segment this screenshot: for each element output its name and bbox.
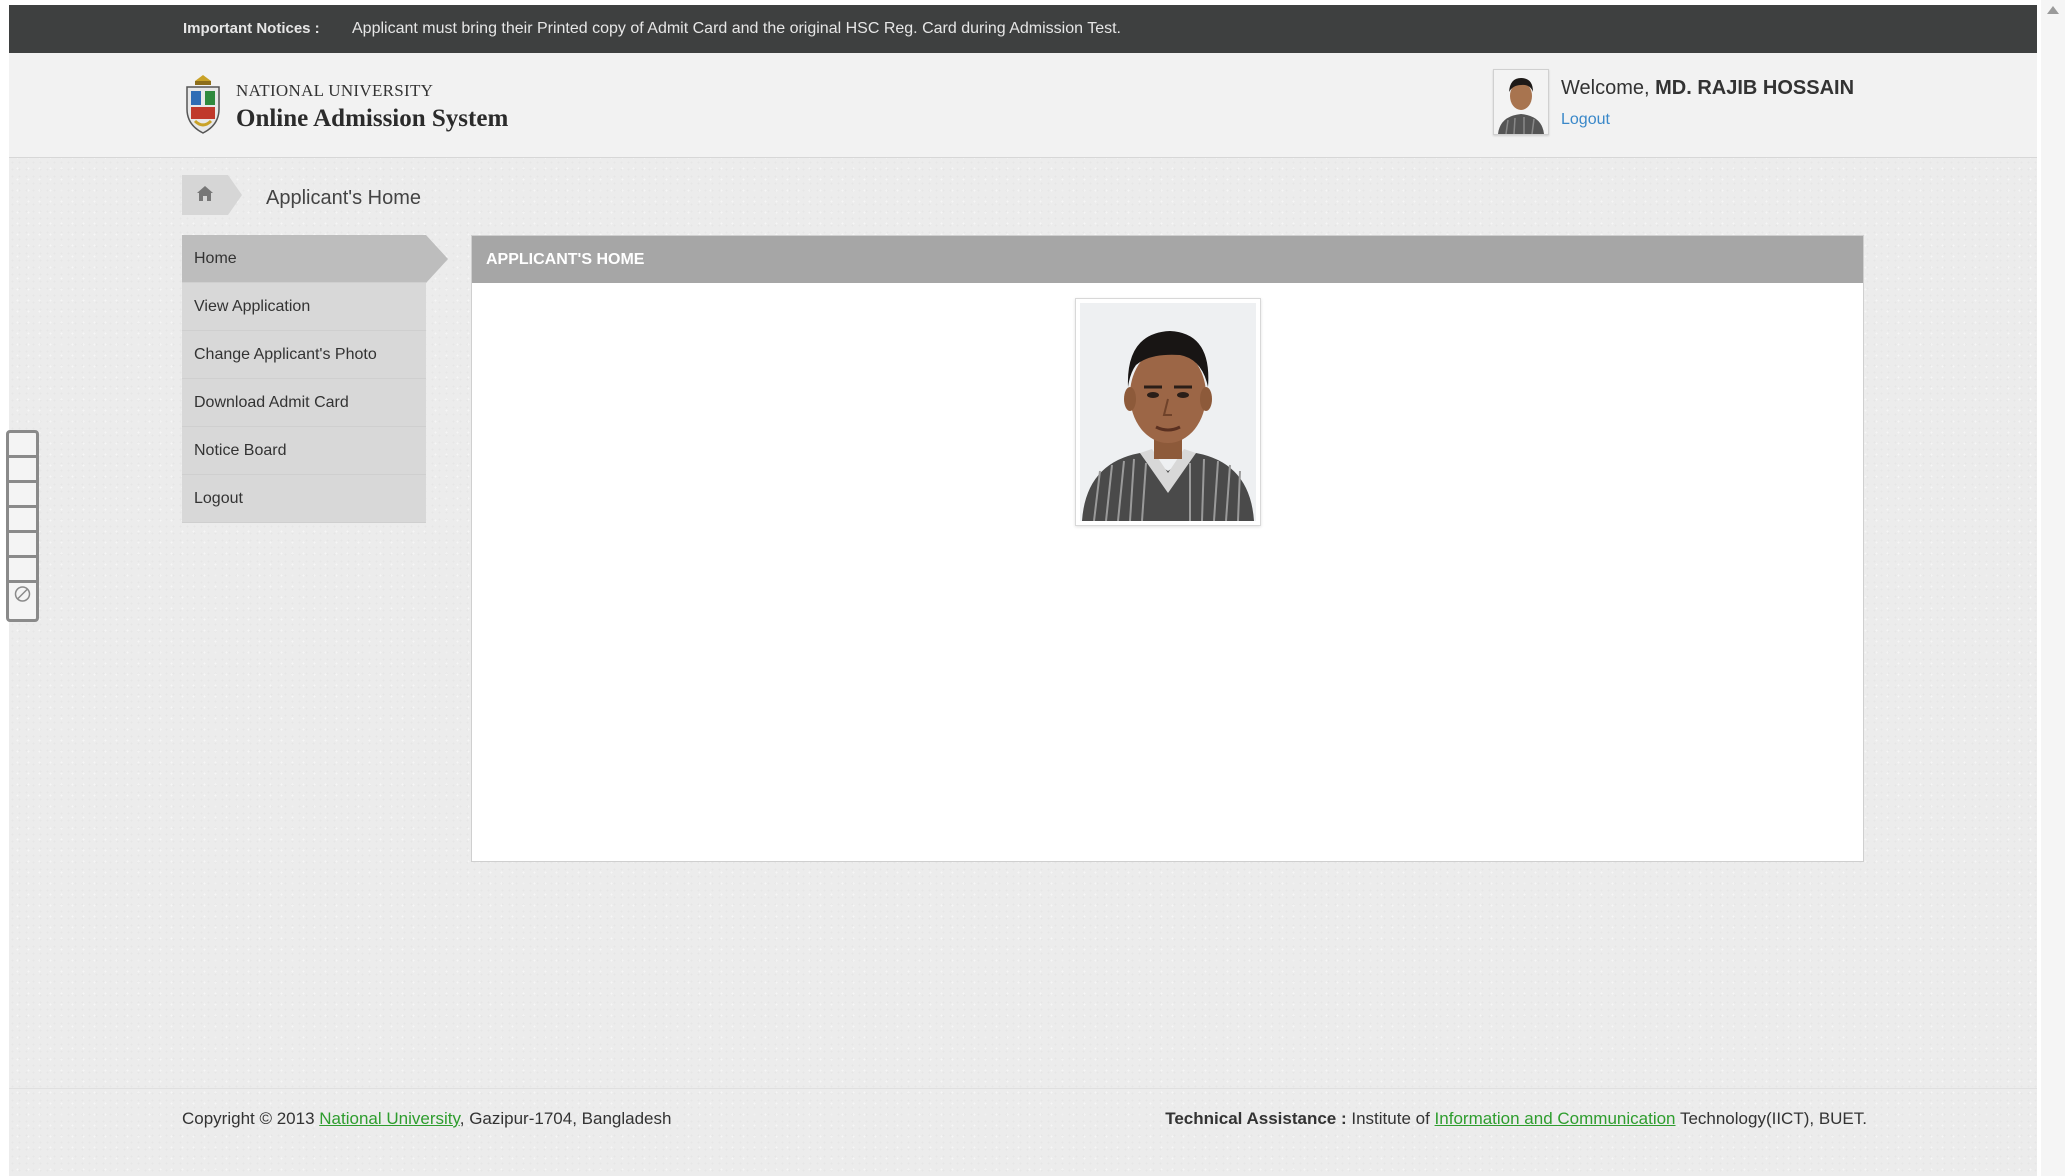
notice-label: Important Notices : [183,20,320,37]
national-university-link[interactable]: National University [319,1109,459,1128]
iict-link[interactable]: Information and Communication [1435,1109,1676,1128]
technical-assistance-suffix: Technology(IICT), BUET. [1679,1109,1867,1128]
university-logo-icon [186,75,220,134]
sidebar-item-logout[interactable]: Logout [182,475,426,523]
side-toolbar-button-6[interactable] [9,558,36,583]
technical-assistance-prefix: Institute of [1351,1109,1430,1128]
header-logout-link[interactable]: Logout [1561,111,1610,129]
breadcrumb-title: Applicant's Home [266,187,421,209]
side-toolbar-button-4[interactable] [9,508,36,533]
side-toolbar-block-button[interactable] [9,583,36,605]
user-avatar-image [1494,70,1548,135]
sidebar-item-view-application[interactable]: View Application [182,283,426,331]
welcome-prefix: Welcome, [1561,77,1650,99]
block-icon [14,586,31,602]
system-title: Online Admission System [236,105,509,132]
footer-technical-assistance: Technical Assistance : Institute of Info… [1165,1109,1867,1129]
site-header: NATIONAL UNIVERSITY Online Admission Sys… [9,53,2037,158]
notice-text: Applicant must bring their Printed copy … [352,20,1121,37]
welcome-text: Welcome, MD. RAJIB HOSSAIN [1561,77,1854,100]
copyright-suffix: , Gazipur-1704, Bangladesh [459,1109,672,1128]
technical-assistance-label: Technical Assistance : [1165,1109,1347,1128]
side-toolbar-button-1[interactable] [9,433,36,458]
panel-title: APPLICANT'S HOME [472,236,1863,283]
sidebar-menu: Home View Application Change Applicant's… [182,235,448,523]
side-toolbar-button-5[interactable] [9,533,36,558]
scroll-up-arrow-icon[interactable] [2047,6,2059,14]
content-panel: APPLICANT'S HOME [471,235,1864,862]
sidebar-item-change-photo[interactable]: Change Applicant's Photo [182,331,426,379]
side-toolbar-button-3[interactable] [9,483,36,508]
applicant-photo [1080,303,1256,521]
applicant-photo-image [1080,303,1256,521]
breadcrumb-home-button[interactable] [182,175,242,215]
copyright-prefix: Copyright © 2013 [182,1109,315,1128]
home-icon [197,186,213,201]
footer-divider [9,1088,2037,1089]
side-toolbar [6,430,39,622]
sidebar-item-home[interactable]: Home [182,235,448,283]
vertical-scrollbar[interactable] [2041,0,2065,1176]
notice-bar: Important Notices : Applicant must bring… [9,5,2037,53]
side-toolbar-button-2[interactable] [9,458,36,483]
university-name: NATIONAL UNIVERSITY [236,81,434,100]
page-frame: Important Notices : Applicant must bring… [9,5,2037,1176]
user-name: MD. RAJIB HOSSAIN [1655,77,1855,99]
sidebar-item-notice-board[interactable]: Notice Board [182,427,426,475]
footer-copyright: Copyright © 2013 National University, Ga… [182,1109,671,1129]
user-avatar [1493,69,1549,135]
sidebar-item-download-admit-card[interactable]: Download Admit Card [182,379,426,427]
applicant-photo-frame [1075,298,1261,526]
